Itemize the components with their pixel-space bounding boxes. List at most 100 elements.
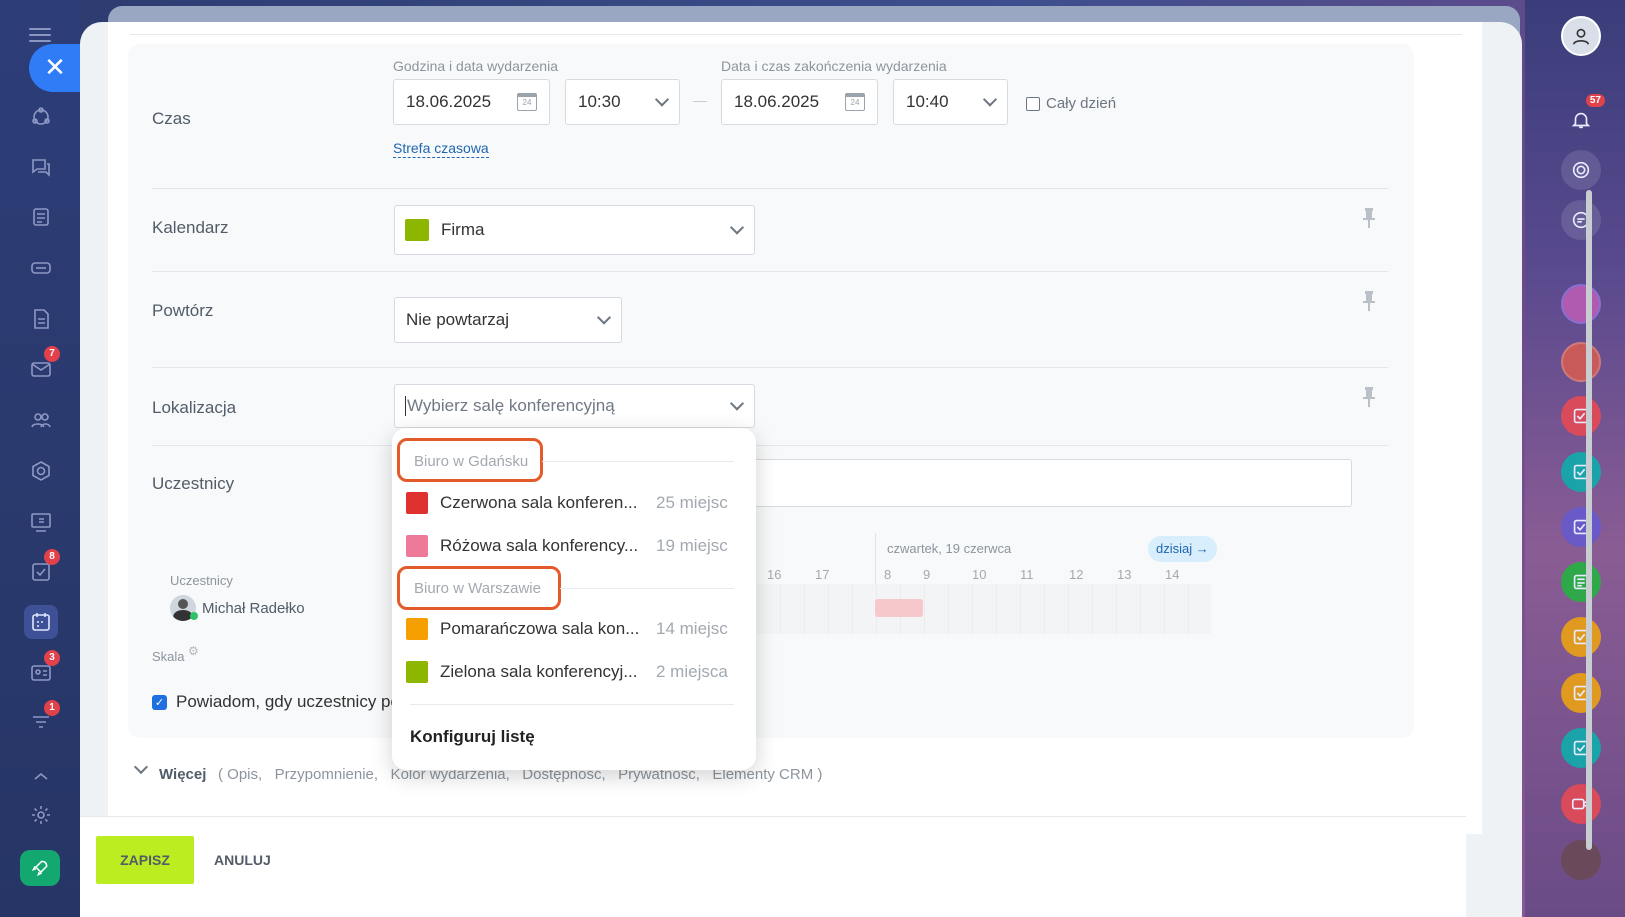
chat-icon[interactable] [24,150,58,184]
start-caption: Godzina i data wydarzenia [393,58,558,74]
more-toggle[interactable]: Więcej [159,766,206,783]
start-date-input[interactable]: 18.06.2025 24 [393,79,550,125]
task-chat-icon[interactable] [1561,452,1601,492]
configure-list-link[interactable]: Konfiguruj listę [410,727,535,747]
time-label: Czas [152,109,191,128]
divider [152,445,1388,446]
room-option[interactable]: Zielona sala konferencyj... 2 miejsca [406,652,746,692]
pin-icon[interactable] [1362,208,1376,228]
group-divider [560,588,734,589]
timezone-link[interactable]: Strefa czasowa [393,139,489,158]
bell-icon[interactable]: 57 [1561,94,1605,140]
drive-icon[interactable] [24,251,58,285]
start-time-value: 10:30 [578,92,621,111]
location-select[interactable]: Wybierz salę konferencyjną [394,384,755,428]
boards-icon[interactable] [24,505,58,539]
collapse-icon[interactable] [24,760,58,794]
pin-icon[interactable] [1362,291,1376,311]
messenger-icon[interactable] [1561,200,1601,240]
calendar-color-swatch [405,219,429,241]
task-chat-icon[interactable] [1561,728,1601,768]
left-sidebar: 7 8 3 1 [0,0,80,917]
cancel-button[interactable]: ANULUJ [214,836,271,884]
sites-icon[interactable] [24,100,58,134]
calendar-value: Firma [441,220,485,239]
room-option[interactable]: Pomarańczowa sala kon... 14 miejsc [406,609,746,649]
repeat-select[interactable]: Nie powtarzaj [394,297,622,343]
hour-label: 9 [923,567,931,582]
chat-avatar-2[interactable] [1561,342,1601,382]
room-option[interactable]: Różowa sala konferency... 19 miejsc [406,526,746,566]
divider [152,271,1388,272]
save-button[interactable]: ZAPISZ [96,836,194,884]
crm-badge: 3 [44,650,60,666]
workgroups-icon[interactable] [24,454,58,488]
footer-divider [410,704,734,705]
calendar-picker-icon[interactable]: 24 [517,93,537,111]
end-time-select[interactable]: 10:40 [893,79,1008,125]
chevron-down-icon [729,396,745,411]
notify-option: ✓ Powiadom, gdy uczestnicy po [152,692,400,712]
task-chat-icon[interactable] [1561,507,1601,547]
room-capacity: 14 miejsc [656,619,728,638]
divider [152,188,1388,189]
hour-label: 12 [1069,567,1084,582]
contacts-icon[interactable] [24,403,58,437]
hour-label: 13 [1117,567,1132,582]
today-button[interactable]: dzisiaj → [1148,536,1217,562]
gear-icon[interactable]: ⚙ [188,644,199,658]
rocket-icon[interactable] [20,850,60,886]
room-name: Różowa sala konferency... [440,536,639,555]
menu-icon[interactable] [29,28,51,42]
room-color-swatch [406,618,428,640]
room-color-swatch [406,492,428,514]
all-day-checkbox[interactable] [1026,96,1040,111]
notify-checkbox[interactable]: ✓ [152,694,167,710]
end-time-value: 10:40 [906,92,949,111]
divider [152,367,1388,368]
attendee-name[interactable]: Michał Radełko [202,600,305,617]
user-avatar[interactable] [1561,16,1601,56]
range-dash: — [693,92,707,108]
calendar-picker-icon[interactable]: 24 [845,93,865,111]
tasks-icon[interactable]: 8 [24,549,60,589]
room-option[interactable]: Czerwona sala konferen... 25 miejsc [406,483,746,523]
notifications-badge: 57 [1585,94,1605,107]
room-capacity: 19 miejsc [656,536,728,555]
documents-icon[interactable] [24,302,58,336]
attendees-list-caption: Uczestnicy [170,573,233,588]
end-date-input[interactable]: 18.06.2025 24 [721,79,878,125]
hour-label: 11 [1020,567,1034,582]
list-chat-icon[interactable] [1561,562,1601,602]
room-color-swatch [406,661,428,683]
hour-label: 8 [884,567,892,582]
all-day-label: Cały dzień [1046,95,1117,112]
chat-avatar-1[interactable] [1561,284,1601,324]
calendar-select[interactable]: Firma [394,205,755,255]
task-chat-icon[interactable] [1561,396,1601,436]
chevron-down-icon [982,92,998,107]
planner-grid[interactable] [757,584,1211,634]
pin-icon[interactable] [1362,387,1376,407]
calendar-label: Kalendarz [152,218,229,237]
task-chat-icon[interactable] [1561,617,1601,657]
task-chat-icon[interactable] [1561,673,1601,713]
crm-icon[interactable]: 3 [24,650,60,690]
calendar-icon[interactable] [24,605,58,639]
close-slider-button[interactable]: ✕ [29,44,81,92]
mail-icon[interactable]: 7 [24,346,60,386]
scrollbar[interactable] [1586,190,1592,850]
chat-avatar-3[interactable] [1561,840,1601,880]
settings-icon[interactable] [24,798,58,832]
start-time-select[interactable]: 10:30 [565,79,680,125]
room-name: Pomarańczowa sala kon... [440,619,640,638]
copilot-icon[interactable] [1561,150,1601,190]
repeat-value: Nie powtarzaj [406,310,509,329]
group-title: Biuro w Gdańsku [414,453,529,470]
video-call-icon[interactable] [1561,784,1601,824]
attendees-input[interactable] [700,459,1352,507]
busy-slot[interactable] [875,599,923,617]
room-name: Zielona sala konferencyj... [440,662,638,681]
feed-icon[interactable] [24,200,58,234]
filter-icon[interactable]: 1 [24,700,60,740]
